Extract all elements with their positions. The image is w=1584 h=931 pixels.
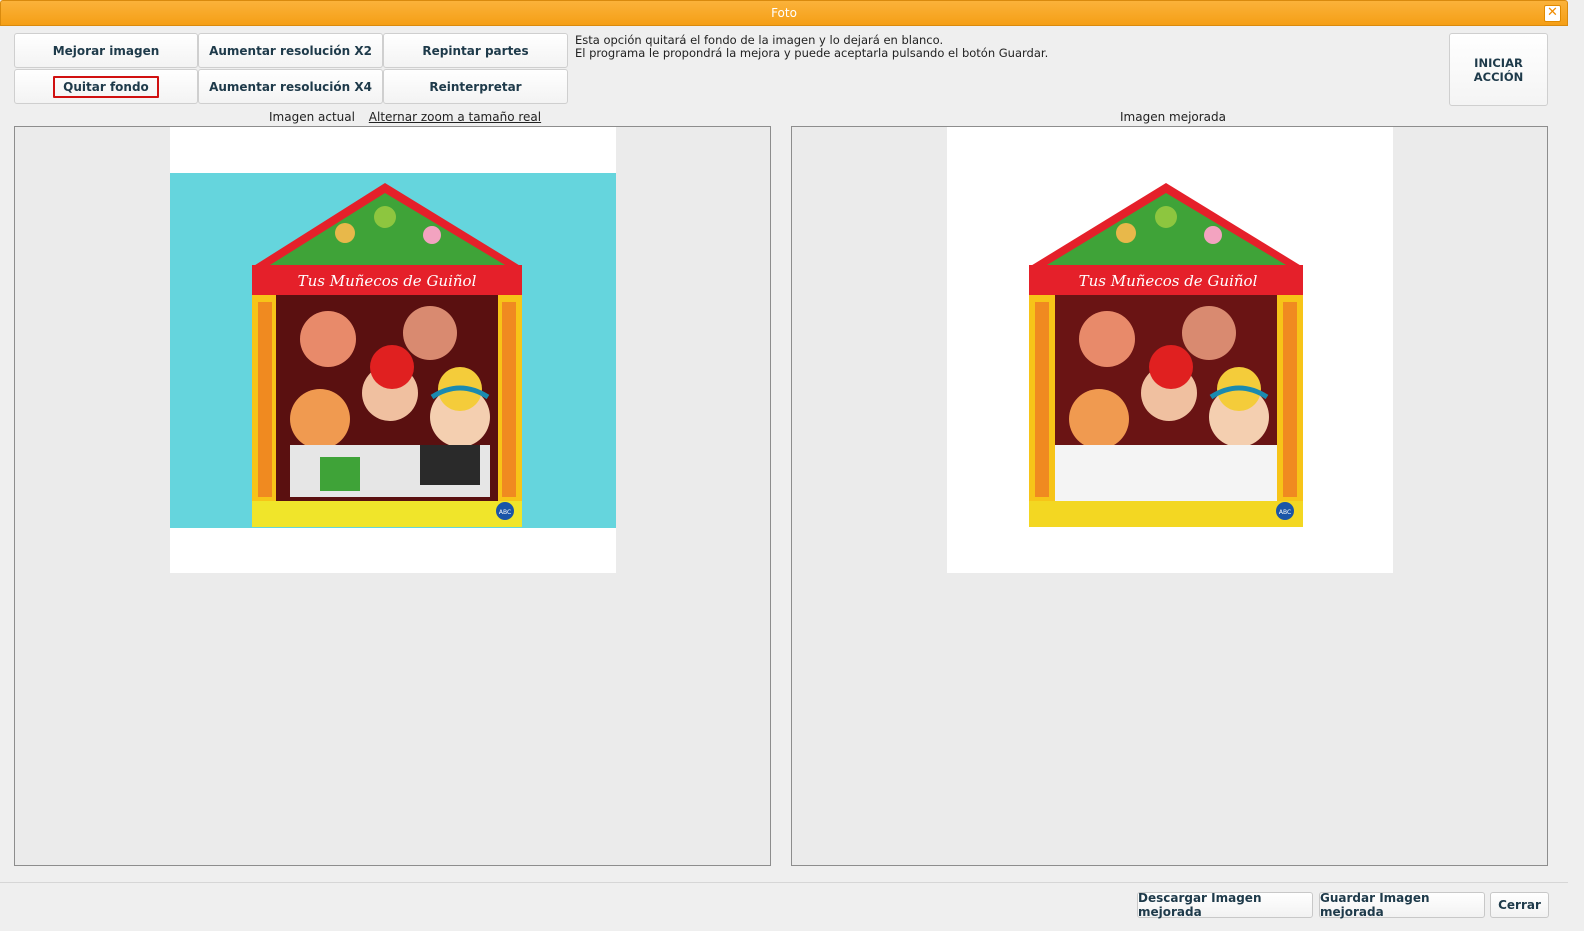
upscale-x4-button[interactable]: Aumentar resolución X4 (198, 69, 383, 104)
improve-image-button[interactable]: Mejorar imagen (14, 33, 198, 68)
current-image-panel[interactable]: Tus Muñecos de Guiñol ABC (14, 126, 771, 866)
repaint-parts-button[interactable]: Repintar partes (383, 33, 568, 68)
remove-background-button[interactable]: Quitar fondo (14, 69, 198, 104)
start-action-button[interactable]: INICIAR ACCIÓN (1449, 33, 1548, 106)
option-description: Esta opción quitará el fondo de la image… (575, 34, 1435, 60)
upscale-x2-label: Aumentar resolución X2 (209, 43, 372, 58)
upscale-x2-button[interactable]: Aumentar resolución X2 (198, 33, 383, 68)
current-image: Tus Muñecos de Guiñol ABC (170, 127, 616, 573)
close-button[interactable]: Cerrar (1490, 892, 1549, 918)
reinterpret-label: Reinterpretar (429, 79, 522, 94)
save-improved-button[interactable]: Guardar Imagen mejorada (1319, 891, 1485, 919)
close-icon[interactable]: ✕ (1544, 5, 1561, 22)
reinterpret-button[interactable]: Reinterpretar (383, 69, 568, 104)
description-line-2: El programa le propondrá la mejora y pue… (575, 46, 1049, 60)
improved-image-caption: Imagen mejorada (1120, 110, 1227, 124)
improve-image-label: Mejorar imagen (52, 43, 160, 58)
start-action-label-2: ACCIÓN (1473, 69, 1524, 84)
window-title: Foto (771, 6, 797, 20)
current-image-caption: Imagen actual (269, 110, 355, 124)
download-improved-button[interactable]: Descargar Imagen mejorada (1137, 891, 1313, 919)
improved-image-panel[interactable]: Tus Muñecos de Guiñol ABC (791, 126, 1548, 866)
right-box-title: Tus Muñecos de Guiñol (1079, 272, 1258, 290)
remove-background-label: Quitar fondo (53, 75, 159, 98)
upscale-x4-label: Aumentar resolución X4 (209, 79, 372, 94)
puppet-box-photo: Tus Muñecos de Guiñol ABC (170, 173, 616, 528)
start-action-label-1: INICIAR (1474, 55, 1523, 70)
footer-divider (0, 882, 1568, 883)
puppet-box-photo-no-background: Tus Muñecos de Guiñol ABC (947, 127, 1393, 573)
repaint-parts-label: Repintar partes (422, 43, 529, 58)
left-box-title: Tus Muñecos de Guiñol (298, 272, 477, 290)
improved-image: Tus Muñecos de Guiñol ABC (947, 127, 1393, 573)
window-titlebar: Foto ✕ (0, 0, 1568, 26)
right-box-badge: ABC (1279, 509, 1291, 516)
toggle-zoom-link[interactable]: Alternar zoom a tamaño real (369, 110, 541, 124)
left-box-badge: ABC (499, 509, 511, 516)
current-image-caption-row: Imagen actual Alternar zoom a tamaño rea… (269, 110, 541, 124)
